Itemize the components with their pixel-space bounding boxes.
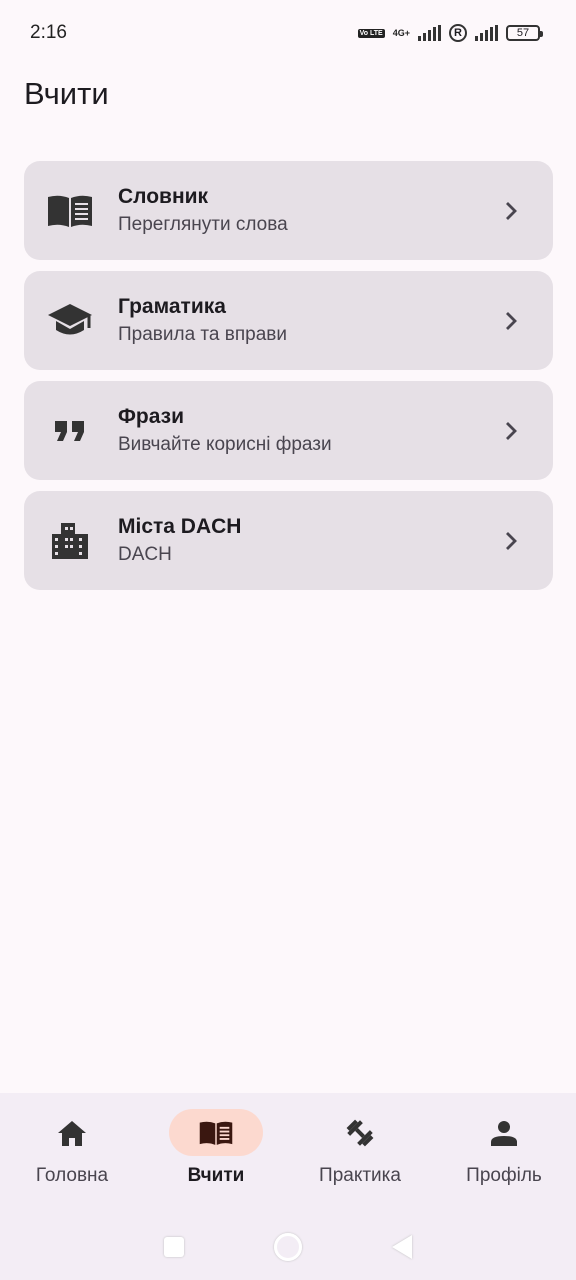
home-icon xyxy=(58,1120,86,1146)
nav-learn[interactable]: Вчити xyxy=(144,1093,288,1213)
card-subtitle: Правила та вправи xyxy=(118,324,287,345)
nav-label: Практика xyxy=(319,1165,401,1186)
card-subtitle: Переглянути слова xyxy=(118,214,288,235)
status-bar: 2:16 Vo LTE 4G+ R 57 xyxy=(0,0,576,66)
signal-icon xyxy=(418,25,441,41)
chevron-right-icon xyxy=(506,201,517,220)
signal-icon-2 xyxy=(475,25,498,41)
card-subtitle: Вивчайте корисні фрази xyxy=(118,434,332,455)
back-button[interactable] xyxy=(392,1234,412,1259)
nav-pill xyxy=(313,1109,407,1156)
card-phrases[interactable]: Фрази Вивчайте корисні фрази xyxy=(24,381,553,480)
card-title: Словник xyxy=(118,185,209,208)
card-subtitle: DACH xyxy=(118,544,172,565)
chevron-right-icon xyxy=(506,311,517,330)
nav-label: Профіль xyxy=(466,1165,542,1186)
learn-list: Словник Переглянути слова Граматика Прав… xyxy=(24,161,553,601)
nav-pill xyxy=(457,1109,551,1156)
book-icon xyxy=(46,187,94,235)
chevron-right-icon xyxy=(506,531,517,550)
nav-profile[interactable]: Профіль xyxy=(432,1093,576,1213)
nav-label: Головна xyxy=(35,1165,109,1186)
bottom-nav: Головна Вчити Практика Профіль xyxy=(0,1093,576,1213)
status-time: 2:16 xyxy=(30,22,67,43)
battery-icon: 57 xyxy=(506,25,543,41)
home-button[interactable] xyxy=(274,1232,302,1261)
network-type: 4G+ xyxy=(392,27,410,38)
nav-practice[interactable]: Практика xyxy=(288,1093,432,1213)
status-icons: Vo LTE 4G+ R 57 xyxy=(357,24,543,42)
nav-pill-active xyxy=(169,1109,263,1156)
city-icon xyxy=(46,517,94,565)
recents-button[interactable] xyxy=(164,1236,184,1257)
registered-icon: R xyxy=(449,24,467,42)
quote-icon xyxy=(46,407,94,455)
dumbbell-icon xyxy=(346,1119,374,1146)
card-title: Граматика xyxy=(118,295,226,318)
nav-home[interactable]: Головна xyxy=(0,1093,144,1213)
card-title: Міста DACH xyxy=(118,515,242,538)
chevron-right-icon xyxy=(506,421,517,440)
card-dach-cities[interactable]: Міста DACH DACH xyxy=(24,491,553,590)
card-dictionary[interactable]: Словник Переглянути слова xyxy=(24,161,553,260)
page-title: Вчити xyxy=(24,76,109,111)
person-icon xyxy=(491,1120,517,1146)
school-icon xyxy=(46,297,94,345)
nav-label: Вчити xyxy=(187,1165,245,1186)
system-nav-bar xyxy=(0,1213,576,1280)
nav-pill xyxy=(25,1109,119,1156)
card-title: Фрази xyxy=(118,405,185,428)
book-icon xyxy=(199,1121,233,1145)
volte-icon: Vo LTE xyxy=(357,28,385,38)
card-grammar[interactable]: Граматика Правила та вправи xyxy=(24,271,553,370)
